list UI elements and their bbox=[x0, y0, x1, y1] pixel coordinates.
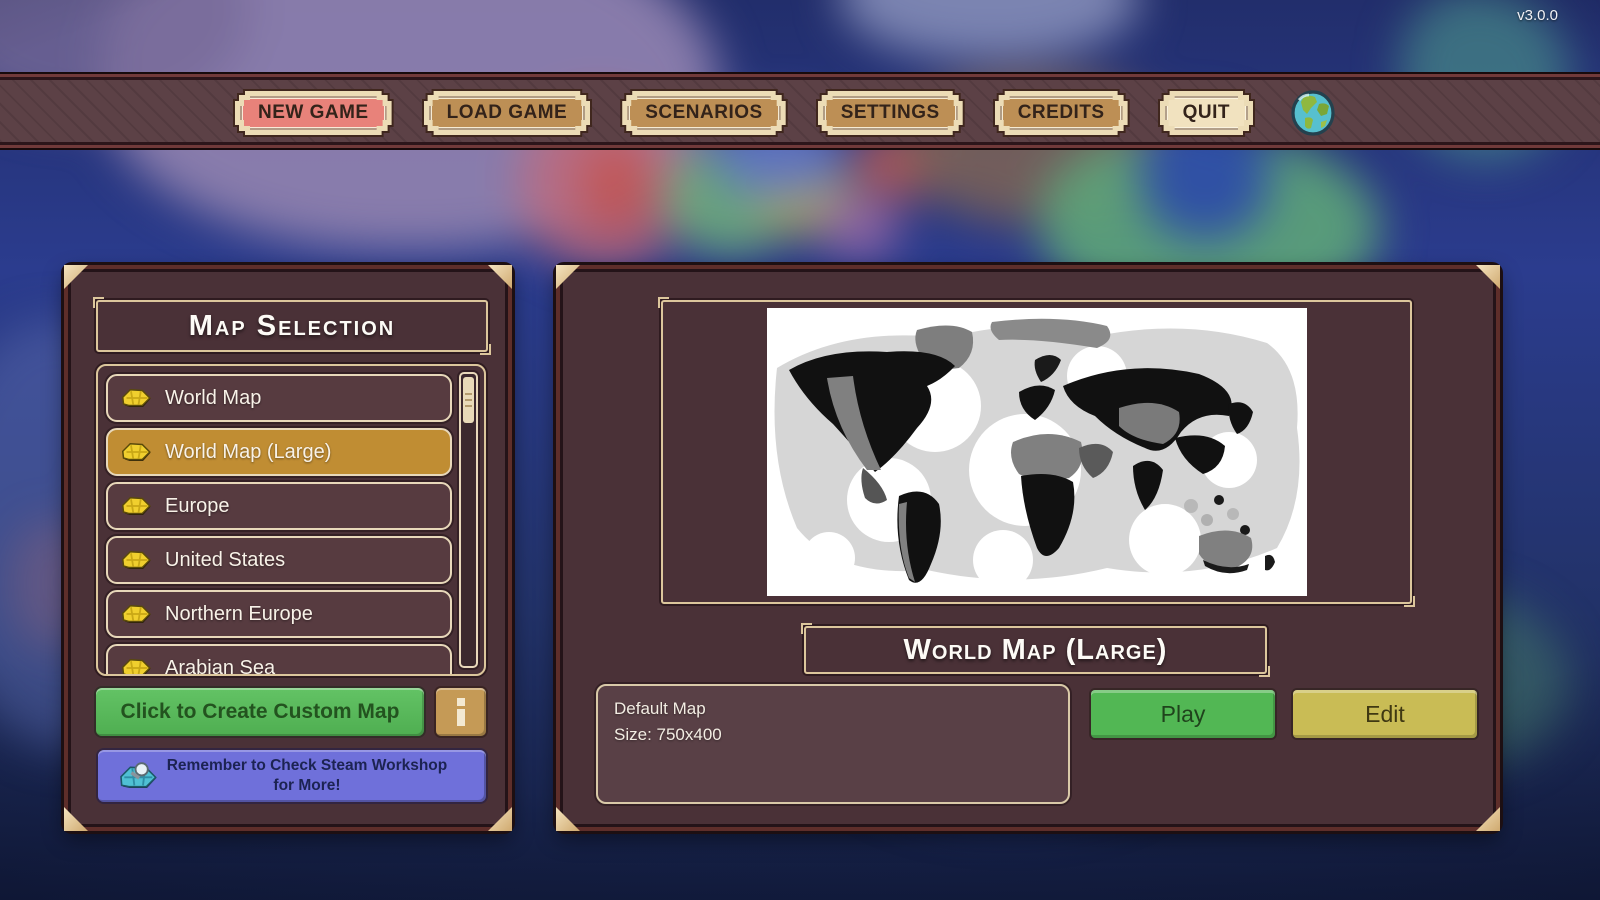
map-icon bbox=[122, 656, 152, 676]
map-list-scrollbar[interactable] bbox=[459, 372, 478, 668]
scrollbar-thumb[interactable] bbox=[463, 377, 474, 423]
settings-button[interactable]: SETTINGS bbox=[816, 89, 965, 137]
quit-button[interactable]: QUIT bbox=[1158, 89, 1255, 137]
corner-ornament bbox=[556, 265, 580, 289]
map-preview-frame bbox=[661, 300, 1412, 604]
map-preview-panel: World Map (Large) Default Map Size: 750x… bbox=[556, 265, 1500, 831]
map-icon bbox=[122, 602, 152, 626]
map-item-label: Northern Europe bbox=[165, 603, 313, 626]
map-item-world-map-large[interactable]: World Map (Large) bbox=[106, 428, 452, 476]
map-item-label: Arabian Sea bbox=[165, 657, 275, 677]
map-name-frame: World Map (Large) bbox=[804, 626, 1267, 674]
load-game-button[interactable]: LOAD GAME bbox=[422, 89, 593, 137]
map-selection-title-frame: Map Selection bbox=[96, 300, 488, 352]
scenarios-label: SCENARIOS bbox=[620, 102, 787, 124]
corner-ornament bbox=[1476, 265, 1500, 289]
map-item-united-states[interactable]: United States bbox=[106, 536, 452, 584]
edit-label: Edit bbox=[1365, 701, 1405, 728]
settings-label: SETTINGS bbox=[816, 102, 965, 124]
corner-ornament bbox=[488, 807, 512, 831]
map-icon bbox=[122, 494, 152, 518]
top-nav-bar: NEW GAME LOAD GAME SCENARIOS SETTINGS CR… bbox=[0, 72, 1600, 150]
corner-ornament bbox=[1476, 807, 1500, 831]
map-icon bbox=[122, 548, 152, 572]
info-button[interactable] bbox=[436, 688, 486, 736]
corner-ornament bbox=[64, 807, 88, 831]
workshop-map-icon bbox=[118, 760, 160, 792]
credits-label: CREDITS bbox=[993, 102, 1130, 124]
map-preview-image bbox=[767, 308, 1307, 596]
version-label: v3.0.0 bbox=[1517, 7, 1558, 24]
map-info-box: Default Map Size: 750x400 bbox=[596, 684, 1070, 804]
globe-icon[interactable] bbox=[1291, 90, 1335, 136]
map-info-line1: Default Map bbox=[614, 696, 1052, 722]
map-item-label: World Map bbox=[165, 387, 261, 410]
map-icon bbox=[122, 386, 152, 410]
map-item-label: United States bbox=[165, 549, 285, 572]
edit-button[interactable]: Edit bbox=[1293, 690, 1477, 738]
new-game-button[interactable]: NEW GAME bbox=[233, 89, 394, 137]
map-icon bbox=[122, 440, 152, 464]
play-label: Play bbox=[1161, 701, 1206, 728]
map-item-arabian-sea[interactable]: Arabian Sea bbox=[106, 644, 452, 676]
map-info-line2: Size: 750x400 bbox=[614, 722, 1052, 748]
map-selection-panel: Map Selection World Map World Map (Large… bbox=[64, 265, 512, 831]
info-icon bbox=[457, 698, 465, 706]
map-item-europe[interactable]: Europe bbox=[106, 482, 452, 530]
map-selection-title: Map Selection bbox=[189, 310, 395, 343]
corner-ornament bbox=[64, 265, 88, 289]
map-item-world-map[interactable]: World Map bbox=[106, 374, 452, 422]
credits-button[interactable]: CREDITS bbox=[993, 89, 1130, 137]
corner-ornament bbox=[556, 807, 580, 831]
play-button[interactable]: Play bbox=[1091, 690, 1275, 738]
new-game-label: NEW GAME bbox=[233, 102, 394, 124]
scenarios-button[interactable]: SCENARIOS bbox=[620, 89, 787, 137]
quit-label: QUIT bbox=[1158, 102, 1255, 124]
map-item-label: World Map (Large) bbox=[165, 441, 331, 464]
corner-ornament bbox=[488, 265, 512, 289]
map-item-label: Europe bbox=[165, 495, 230, 518]
load-game-label: LOAD GAME bbox=[422, 102, 593, 124]
map-item-northern-europe[interactable]: Northern Europe bbox=[106, 590, 452, 638]
map-name-label: World Map (Large) bbox=[904, 634, 1168, 667]
steam-workshop-note-button[interactable]: Remember to Check Steam Workshop for Mor… bbox=[98, 750, 486, 802]
steam-workshop-note: Remember to Check Steam Workshop for Mor… bbox=[157, 756, 457, 796]
create-custom-map-label: Click to Create Custom Map bbox=[121, 700, 400, 724]
create-custom-map-button[interactable]: Click to Create Custom Map bbox=[96, 688, 424, 736]
map-list: World Map World Map (Large) Europe Unite… bbox=[96, 364, 486, 676]
